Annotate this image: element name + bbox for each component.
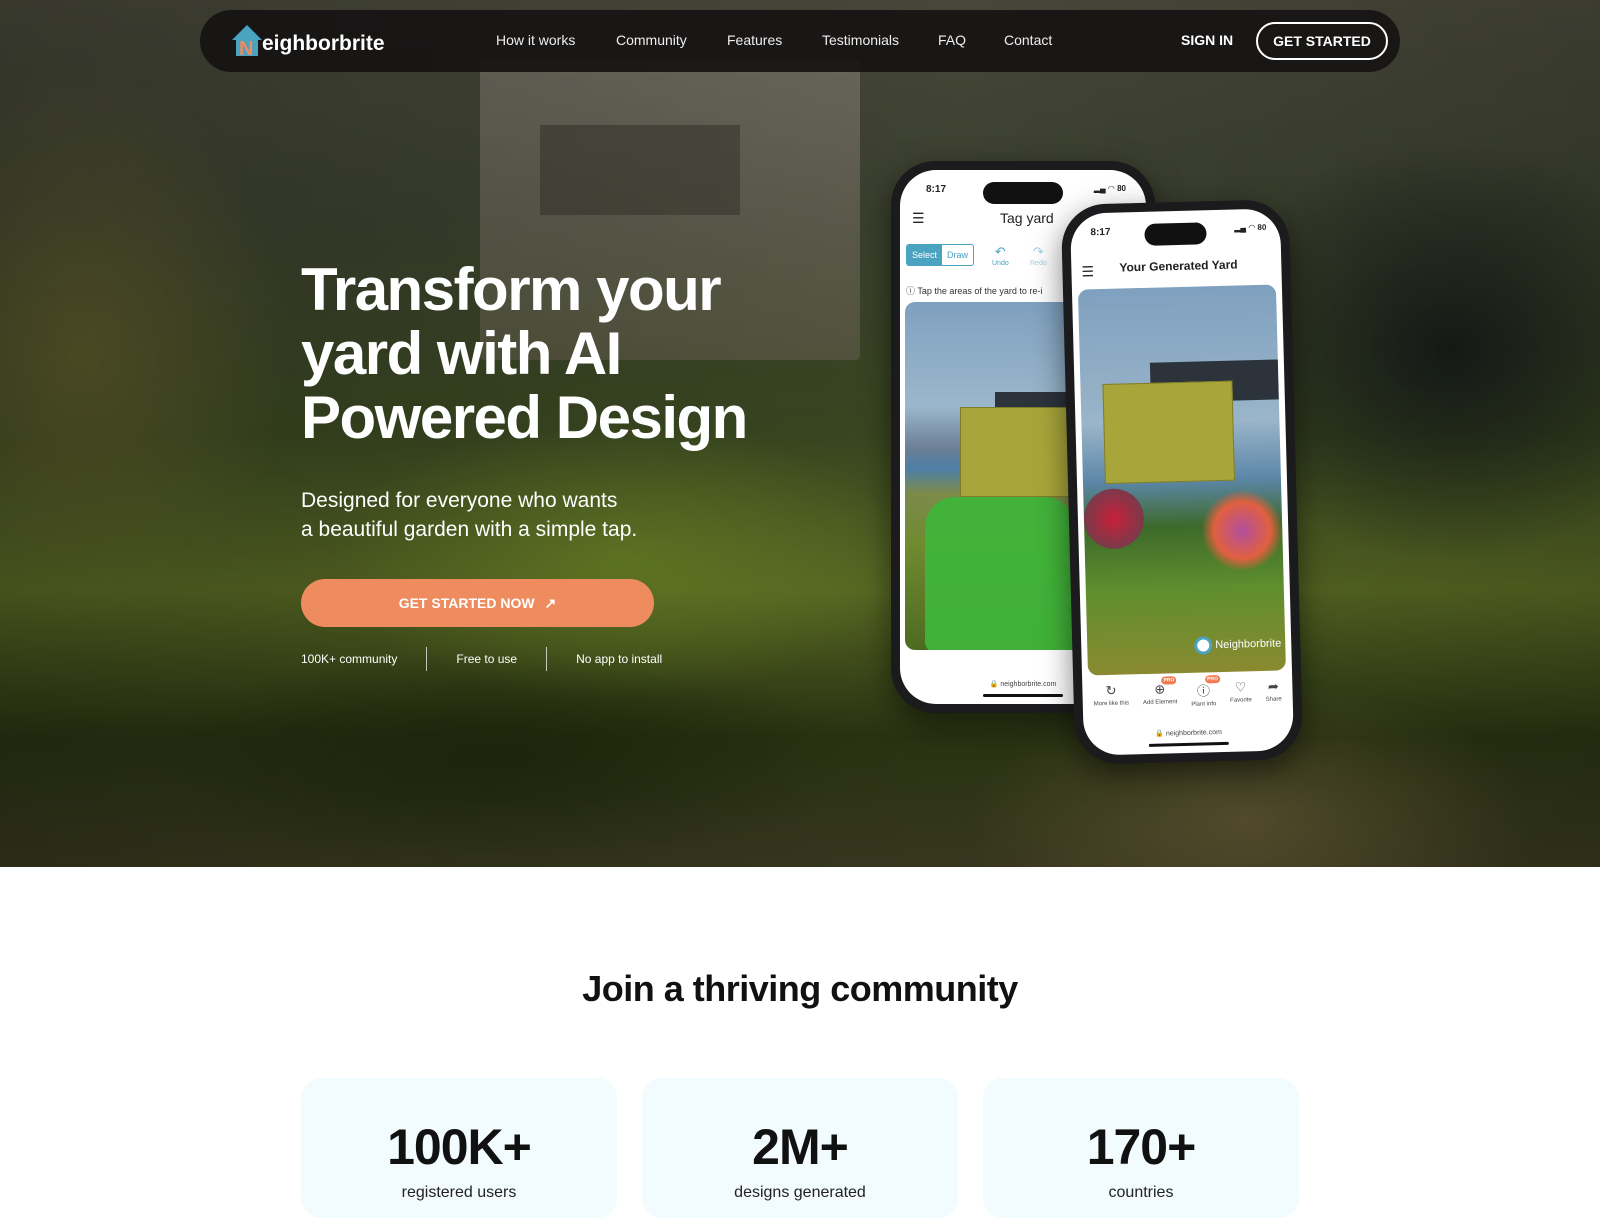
house-logo-icon: N	[232, 25, 262, 58]
stat-card: 2M+ designs generated	[642, 1078, 958, 1218]
plant-info-button[interactable]: PRO ⓘ Plant info	[1191, 675, 1221, 708]
cta-label: GET STARTED NOW	[398, 595, 535, 611]
sign-in-link[interactable]: SIGN IN	[1181, 32, 1233, 48]
url-bar: 🔒 neighborbrite.com	[1155, 729, 1223, 738]
stat-label: designs generated	[734, 1184, 866, 1201]
screen-title: Your Generated Yard	[1119, 257, 1238, 275]
stat-value: 100K+	[387, 1119, 532, 1175]
feature-item: Free to use	[456, 652, 518, 666]
draw-mode[interactable]: Draw	[942, 245, 973, 265]
feature-item: No app to install	[576, 652, 663, 666]
hero-title: Transform your yard with AI Powered Desi…	[301, 256, 748, 451]
top-nav: N eighborbrite How it works Community Fe…	[200, 10, 1400, 72]
status-icons: ▂▄ ◠ 80	[1093, 184, 1126, 193]
battery-level: 80	[1117, 184, 1126, 193]
undo-icon: ↶	[994, 244, 1006, 259]
pro-badge: PRO	[1205, 675, 1221, 684]
status-icons: ▂▄ ◠ 80	[1234, 222, 1267, 233]
stat-card: 170+ countries	[983, 1078, 1299, 1218]
status-time: 8:17	[926, 184, 947, 195]
hamburger-menu-icon[interactable]: ☰	[1081, 263, 1094, 280]
stat-label: countries	[1108, 1184, 1174, 1201]
flower-bed	[1083, 488, 1145, 550]
url-text: neighborbrite.com	[1165, 729, 1223, 738]
nav-contact[interactable]: Contact	[1004, 32, 1052, 48]
hamburger-menu-icon[interactable]: ☰	[912, 210, 925, 227]
share-icon: ➦	[1267, 678, 1280, 694]
heart-icon: ♡	[1234, 679, 1247, 695]
house-wall	[1102, 380, 1235, 485]
screen-title: Tag yard	[1000, 210, 1054, 226]
phone-screen: 8:17 ▂▄ ◠ 80 ☰ Your Generated Yard Neigh…	[1069, 208, 1295, 756]
hint-text: ⓘ Tap the areas of the yard to re-i	[906, 286, 1043, 296]
hero-section: N eighborbrite How it works Community Fe…	[0, 0, 1600, 867]
dynamic-island	[1144, 222, 1207, 246]
share-button[interactable]: ➦ Share	[1265, 678, 1282, 705]
nav-community[interactable]: Community	[616, 32, 687, 48]
tagged-area	[925, 497, 1075, 650]
select-draw-toggle[interactable]: Select Draw	[906, 244, 975, 266]
logo-text: eighborbrite	[262, 32, 385, 55]
action-bar: ↻ More like this PRO ⊕ Add Element PRO ⓘ Plan…	[1086, 675, 1289, 710]
undo-label: Undo	[992, 260, 1009, 267]
subtitle-line: a beautiful garden with a simple tap.	[301, 518, 638, 541]
nav-how-it-works[interactable]: How it works	[496, 32, 575, 48]
nav-faq[interactable]: FAQ	[938, 32, 966, 48]
generated-yard-photo[interactable]: Neighborbrite	[1077, 284, 1286, 676]
stat-label: registered users	[401, 1184, 517, 1201]
stat-value: 170+	[1086, 1119, 1197, 1175]
subtitle-line: Designed for everyone who wants	[301, 489, 618, 512]
watermark-text: Neighborbrite	[1215, 637, 1282, 652]
more-like-this-button[interactable]: ↻ More like this	[1093, 682, 1129, 710]
redo-label: Redo	[1030, 260, 1047, 267]
logo[interactable]: N eighborbrite	[230, 22, 385, 58]
undo-button[interactable]: ↶ Undo	[992, 244, 1009, 267]
redo-button[interactable]: ↷ Redo	[1030, 244, 1047, 267]
watermark: Neighborbrite	[1194, 634, 1282, 655]
nav-features[interactable]: Features	[727, 32, 782, 48]
battery-level: 80	[1257, 222, 1267, 232]
action-label: Plant info	[1191, 701, 1217, 708]
favorite-button[interactable]: ♡ Favorite	[1230, 679, 1252, 707]
refresh-icon: ↻	[1105, 682, 1117, 699]
get-started-button[interactable]: GET STARTED	[1256, 22, 1388, 60]
pro-badge: PRO	[1161, 676, 1177, 685]
hero-features: 100K+ community Free to use No app to in…	[301, 647, 691, 671]
url-text: neighborbrite.com	[1000, 681, 1057, 688]
stat-card: 100K+ registered users	[301, 1078, 617, 1218]
hint-label: Tap the areas of the yard to re-i	[917, 286, 1043, 296]
nav-testimonials[interactable]: Testimonials	[822, 32, 899, 48]
get-started-now-button[interactable]: GET STARTED NOW ↗	[301, 579, 654, 627]
phone-generated-yard: 8:17 ▂▄ ◠ 80 ☰ Your Generated Yard Neigh…	[1060, 199, 1304, 765]
dynamic-island	[983, 182, 1063, 204]
community-heading: Join a thriving community	[582, 968, 1018, 1009]
stat-value: 2M+	[752, 1119, 849, 1175]
add-element-button[interactable]: PRO ⊕ Add Element	[1142, 676, 1178, 709]
status-time: 8:17	[1090, 226, 1111, 239]
action-label: Add Element	[1142, 699, 1178, 707]
action-label: Share	[1265, 696, 1282, 703]
home-indicator	[983, 694, 1063, 697]
home-indicator	[1148, 741, 1229, 747]
svg-text:N: N	[239, 38, 253, 58]
select-mode[interactable]: Select	[907, 245, 943, 265]
flower-bed	[1201, 489, 1284, 572]
redo-icon: ↷	[1032, 244, 1044, 259]
logo-icon	[1194, 636, 1213, 655]
hero-subtitle: Designed for everyone who wants a beautif…	[301, 486, 721, 544]
feature-item: 100K+ community	[301, 652, 398, 666]
arrow-up-right-icon: ↗	[544, 594, 557, 611]
action-label: More like this	[1093, 700, 1130, 708]
action-label: Favorite	[1230, 697, 1252, 704]
house-wall	[960, 407, 1080, 497]
